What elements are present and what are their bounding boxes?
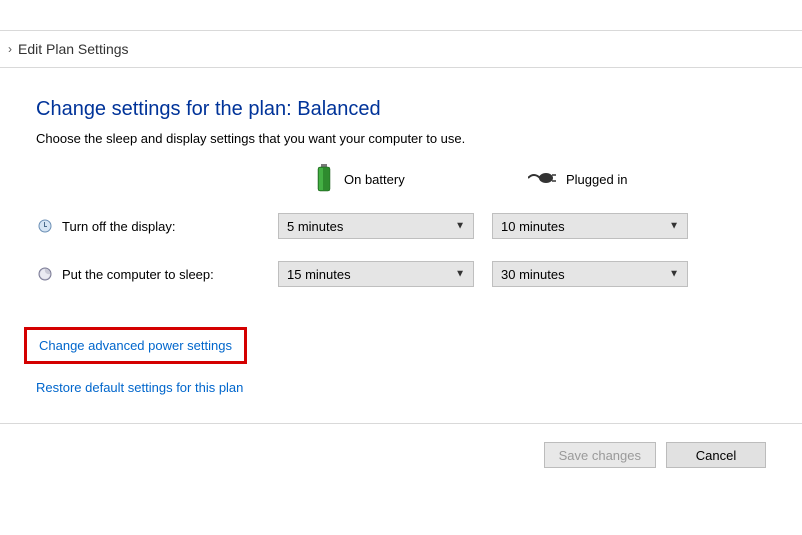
chevron-right-icon: ›	[8, 42, 12, 56]
on-battery-header: On battery	[278, 164, 474, 195]
restore-defaults-link[interactable]: Restore default settings for this plan	[36, 380, 243, 395]
sleep-battery-select[interactable]: 15 minutes ▼	[278, 261, 474, 287]
display-row-label: Turn off the display:	[36, 217, 260, 235]
on-battery-label: On battery	[344, 172, 405, 187]
footer: Save changes Cancel	[0, 423, 802, 486]
display-plugged-select[interactable]: 10 minutes ▼	[492, 213, 688, 239]
column-headers: On battery Plugged in	[36, 164, 766, 195]
save-button: Save changes	[544, 442, 656, 468]
advanced-power-settings-link[interactable]: Change advanced power settings	[39, 338, 232, 353]
display-battery-value: 5 minutes	[287, 219, 343, 234]
save-button-label: Save changes	[559, 448, 641, 463]
links-section: Change advanced power settings Restore d…	[36, 327, 766, 395]
cancel-button[interactable]: Cancel	[666, 442, 766, 468]
page-title: Change settings for the plan: Balanced	[36, 98, 766, 121]
chevron-down-icon: ▼	[669, 269, 679, 280]
content-area: Change settings for the plan: Balanced C…	[0, 68, 802, 423]
display-row: Turn off the display: 5 minutes ▼ 10 min…	[36, 213, 766, 239]
display-plugged-value: 10 minutes	[501, 219, 565, 234]
chevron-down-icon: ▼	[455, 221, 465, 232]
breadcrumb[interactable]: › Edit Plan Settings	[0, 31, 802, 68]
sleep-row: Put the computer to sleep: 15 minutes ▼ …	[36, 261, 766, 287]
sleep-battery-value: 15 minutes	[287, 267, 351, 282]
plugged-in-label: Plugged in	[566, 172, 627, 187]
breadcrumb-label: Edit Plan Settings	[18, 41, 129, 57]
chevron-down-icon: ▼	[455, 269, 465, 280]
display-icon	[36, 217, 54, 235]
sleep-icon	[36, 265, 54, 283]
display-label-text: Turn off the display:	[62, 219, 175, 234]
chevron-down-icon: ▼	[669, 221, 679, 232]
cancel-button-label: Cancel	[696, 448, 736, 463]
sleep-row-label: Put the computer to sleep:	[36, 265, 260, 283]
battery-icon	[314, 164, 334, 195]
sleep-label-text: Put the computer to sleep:	[62, 267, 214, 282]
plugged-in-header: Plugged in	[492, 170, 688, 189]
sleep-plugged-value: 30 minutes	[501, 267, 565, 282]
sleep-plugged-select[interactable]: 30 minutes ▼	[492, 261, 688, 287]
advanced-link-highlight: Change advanced power settings	[24, 327, 247, 364]
page-subtitle: Choose the sleep and display settings th…	[36, 131, 766, 146]
display-battery-select[interactable]: 5 minutes ▼	[278, 213, 474, 239]
plug-icon	[528, 170, 556, 189]
